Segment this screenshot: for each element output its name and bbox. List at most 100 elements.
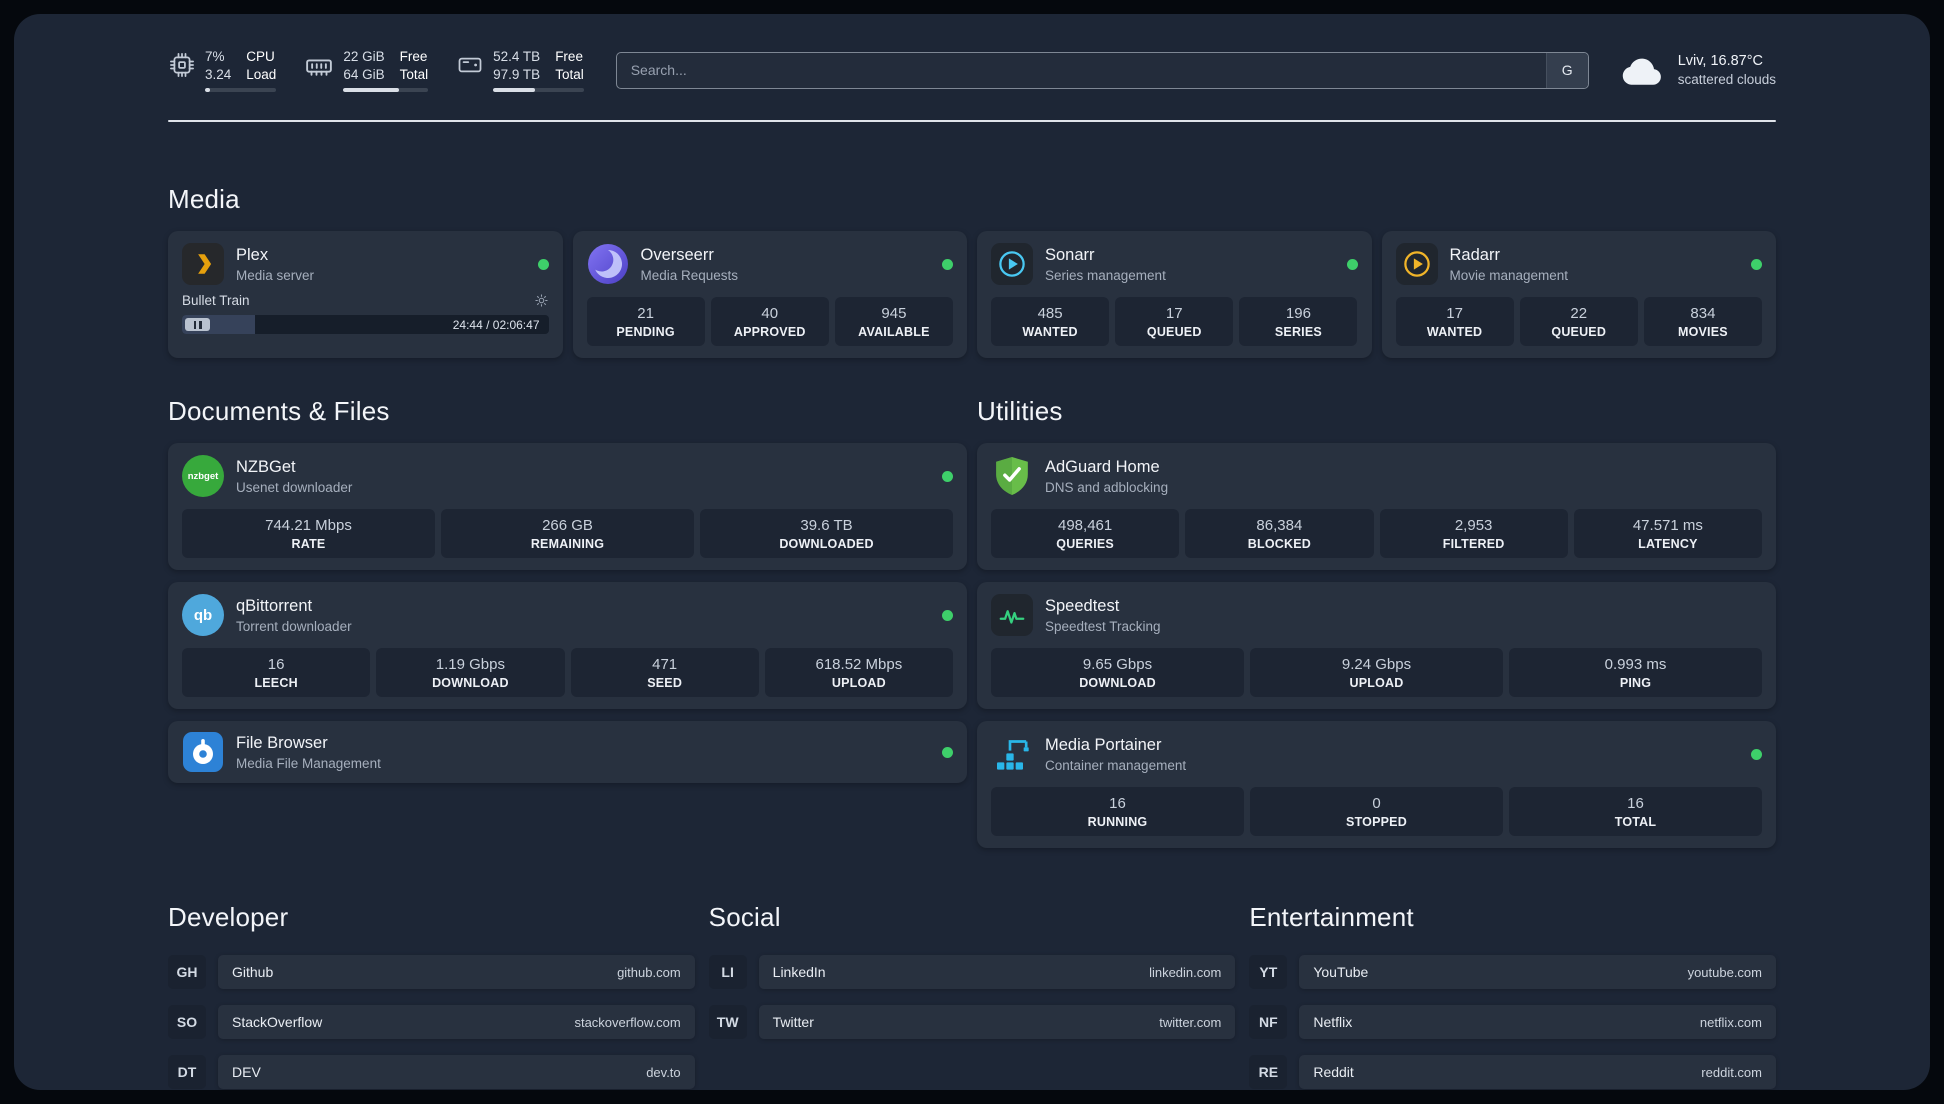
bookmark-abbr: YT [1249, 955, 1288, 990]
app-desc: DNS and adblocking [1045, 479, 1169, 495]
utilities-heading: Utilities [977, 396, 1063, 427]
overseerr-card[interactable]: Overseerr Media Requests 21 PENDING 40 APP… [572, 231, 967, 359]
qbittorrent-icon: qb [182, 594, 224, 637]
stat-tile: 196 SERIES [1239, 297, 1358, 347]
ram-values: 22 GiB 64 GiB [343, 49, 385, 82]
cpu-values: 7% 3.24 [205, 49, 232, 82]
bookmark-name: Netflix [1313, 1014, 1353, 1031]
app-name: Sonarr [1045, 245, 1095, 264]
cloud-icon [1619, 53, 1665, 87]
stat-tile: 0.993 ms PING [1509, 648, 1762, 698]
search-input[interactable] [616, 52, 1546, 88]
search-engine-button[interactable]: G [1545, 52, 1588, 88]
topbar-divider [168, 120, 1776, 123]
app-name: qBittorrent [236, 596, 313, 615]
bookmark-row-stackoverflow[interactable]: SO StackOverflow stackoverflow.com [168, 1005, 695, 1040]
plex-card[interactable]: Plex Media server Bullet Train 24:44 / 0… [168, 231, 563, 359]
settings-gear-icon[interactable] [534, 293, 549, 308]
stat-tile: 9.65 Gbps DOWNLOAD [991, 648, 1244, 698]
stat-tile: 945 AVAILABLE [834, 297, 953, 347]
cpu-widget: 7% 3.24 CPU Load [168, 48, 277, 93]
sonarr-card[interactable]: Sonarr Series management 485 WANTED 17 QUE… [977, 231, 1372, 359]
bookmark-row-youtube[interactable]: YT YouTube youtube.com [1249, 955, 1776, 990]
app-name: Media Portainer [1045, 735, 1162, 754]
section-entertainment: Entertainment YT YouTube youtube.com NF N… [1249, 902, 1776, 1090]
status-dot [537, 258, 549, 270]
bookmark-abbr: DT [168, 1055, 206, 1090]
bookmark-url: github.com [617, 964, 681, 980]
bookmark-url: reddit.com [1701, 1064, 1762, 1080]
weather-condition: scattered clouds [1677, 72, 1776, 88]
qbittorrent-card[interactable]: qb qBittorrent Torrent downloader 16 LEEC… [168, 582, 967, 710]
bookmark-url: youtube.com [1687, 964, 1762, 980]
bookmark-abbr: LI [708, 955, 747, 990]
app-desc: Container management [1045, 757, 1187, 773]
app-name: NZBGet [236, 457, 296, 476]
stat-tile: 834 MOVIES [1643, 297, 1762, 347]
app-desc: Media Requests [640, 267, 739, 283]
bookmark-abbr: TW [708, 1005, 747, 1040]
filebrowser-card[interactable]: File Browser Media File Management [168, 721, 967, 784]
developer-heading: Developer [168, 902, 289, 933]
search-bar: G [615, 51, 1589, 89]
disk-values: 52.4 TB 97.9 TB [493, 49, 541, 82]
bookmark-row-github[interactable]: GH Github github.com [168, 955, 695, 990]
disk-usage-bar [493, 88, 584, 93]
stat-tile: 16 LEECH [182, 648, 371, 698]
app-desc: Media server [236, 267, 315, 283]
portainer-card[interactable]: Media Portainer Container management 16 R… [977, 721, 1776, 849]
pause-button[interactable] [185, 318, 210, 332]
bookmark-row-reddit[interactable]: RE Reddit reddit.com [1249, 1055, 1776, 1090]
stat-tile: 498,461 QUERIES [991, 509, 1180, 559]
nzbget-icon: nzbget [182, 455, 224, 498]
sonarr-icon [991, 243, 1033, 286]
bookmark-abbr: RE [1249, 1055, 1288, 1090]
ram-labels: Free Total [399, 49, 429, 82]
status-dot [942, 746, 953, 758]
stat-tile: 40 APPROVED [710, 297, 829, 347]
bookmark-name: Github [232, 964, 274, 981]
bookmark-row-netflix[interactable]: NF Netflix netflix.com [1249, 1005, 1776, 1040]
stat-tile: 2,953 FILTERED [1379, 509, 1568, 559]
bookmark-name: StackOverflow [232, 1014, 323, 1031]
bookmark-name: YouTube [1313, 964, 1369, 981]
dashboard-panel: 7% 3.24 CPU Load 22 GiB 64 GiB Free Tota… [14, 14, 1930, 1090]
bookmark-url: linkedin.com [1149, 964, 1222, 980]
social-heading: Social [708, 902, 781, 933]
speedtest-card[interactable]: Speedtest Speedtest Tracking 9.65 Gbps DO… [977, 582, 1776, 710]
stat-tile: 22 QUEUED [1519, 297, 1638, 347]
stat-tile: 1.19 Gbps DOWNLOAD [376, 648, 565, 698]
section-utilities: Utilities AdGuard Home DNS and adblockin… [977, 396, 1776, 849]
stat-tile: 17 WANTED [1395, 297, 1514, 347]
bookmark-row-dev[interactable]: DT DEV dev.to [168, 1055, 695, 1090]
ram-widget: 22 GiB 64 GiB Free Total [304, 48, 429, 93]
playback-progress-bar[interactable]: 24:44 / 02:06:47 [182, 315, 549, 335]
app-desc: Torrent downloader [236, 618, 352, 634]
stat-tile: 9.24 Gbps UPLOAD [1250, 648, 1503, 698]
radarr-card[interactable]: Radarr Movie management 17 WANTED 22 QUEUE… [1381, 231, 1776, 359]
app-name: Overseerr [640, 245, 714, 264]
app-desc: Usenet downloader [236, 479, 353, 495]
bookmark-abbr: NF [1249, 1005, 1288, 1040]
bookmark-url: stackoverflow.com [574, 1014, 681, 1030]
app-desc: Movie management [1449, 267, 1569, 283]
entertainment-heading: Entertainment [1249, 902, 1414, 933]
status-dot [942, 609, 953, 621]
status-dot [1346, 258, 1358, 270]
bookmark-row-twitter[interactable]: TW Twitter twitter.com [708, 1005, 1236, 1040]
playback-time: 24:44 / 02:06:47 [452, 317, 540, 332]
adguard-shield-icon [991, 455, 1033, 497]
app-name: AdGuard Home [1045, 457, 1160, 476]
hard-drive-icon [456, 51, 484, 79]
status-dot [942, 258, 953, 270]
section-documents: Documents & Files nzbget NZBGet Usenet d… [168, 396, 967, 784]
disk-labels: Free Total [555, 49, 584, 82]
weather-location: Lviv, 16.87°C [1677, 53, 1764, 70]
adguard-card[interactable]: AdGuard Home DNS and adblocking 498,461 Q… [977, 443, 1776, 571]
bookmark-row-linkedin[interactable]: LI LinkedIn linkedin.com [708, 955, 1236, 990]
section-social: Social LI LinkedIn linkedin.com TW Twitte… [708, 902, 1236, 1090]
stat-tile: 744.21 Mbps RATE [182, 509, 435, 559]
nzbget-card[interactable]: nzbget NZBGet Usenet downloader 744.21 M… [168, 443, 967, 571]
section-media: Media Plex Media server Bullet Train 24:… [168, 184, 1776, 359]
app-desc: Series management [1045, 267, 1166, 283]
